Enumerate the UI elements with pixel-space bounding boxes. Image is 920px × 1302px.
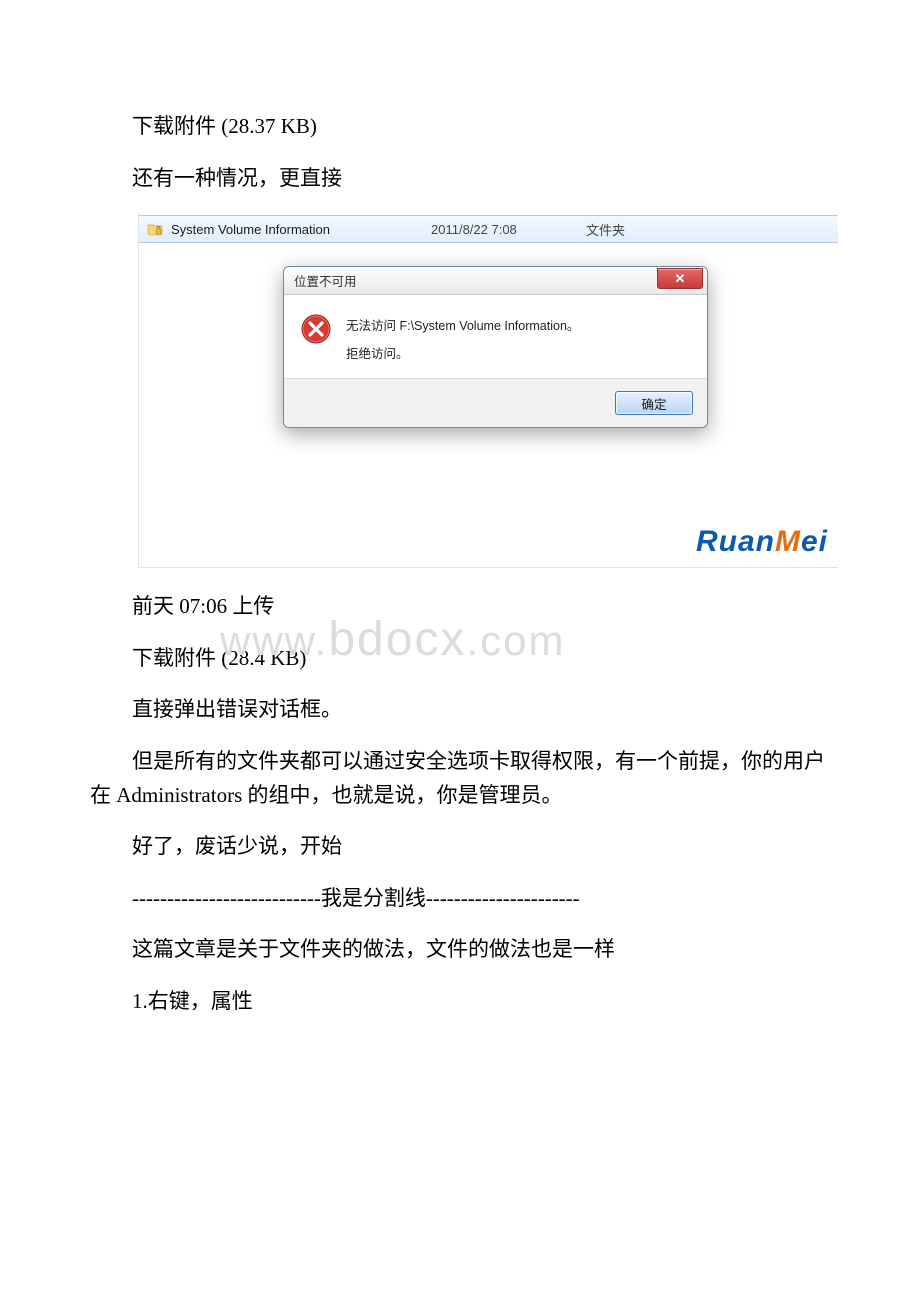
explorer-folder-row[interactable]: System Volume Information 2011/8/22 7:08… [139, 215, 838, 243]
paragraph: 还有一种情况，更直接 [90, 162, 830, 196]
dialog-titlebar: 位置不可用 ✕ [284, 267, 707, 295]
paragraph: ---------------------------我是分割线--------… [90, 882, 830, 916]
locked-folder-icon [145, 221, 165, 237]
error-icon [300, 313, 332, 368]
embedded-screenshot: System Volume Information 2011/8/22 7:08… [138, 213, 838, 568]
dialog-title-text: 位置不可用 [294, 271, 357, 290]
dialog-body: 无法访问 F:\System Volume Information。 拒绝访问。 [284, 295, 707, 379]
document-body: 下载附件 (28.37 KB) 还有一种情况，更直接 System Volume… [0, 0, 920, 1019]
paragraph: 下载附件 (28.37 KB) [90, 110, 830, 144]
paragraph: 直接弹出错误对话框。 [90, 693, 830, 727]
ruanmei-logo: RuanMei [696, 525, 828, 559]
close-button[interactable]: ✕ [657, 268, 703, 289]
ok-button[interactable]: 确定 [615, 391, 693, 415]
paragraph: 1.右键，属性 [90, 985, 830, 1019]
dialog-footer: 确定 [284, 379, 707, 427]
dialog-message-line: 无法访问 F:\System Volume Information。 [346, 313, 579, 341]
folder-name: System Volume Information [171, 222, 431, 237]
paragraph: 但是所有的文件夹都可以通过安全选项卡取得权限，有一个前提，你的用户在 Admin… [90, 745, 830, 812]
paragraph: 前天 07:06 上传 [90, 590, 830, 624]
dialog-message: 无法访问 F:\System Volume Information。 拒绝访问。 [346, 313, 579, 368]
folder-date: 2011/8/22 7:08 [431, 222, 586, 237]
dialog-message-line: 拒绝访问。 [346, 341, 579, 369]
paragraph: 下载附件 (28.4 KB) [90, 642, 830, 676]
paragraph: 好了，废话少说，开始 [90, 830, 830, 864]
folder-type: 文件夹 [586, 220, 625, 239]
close-icon: ✕ [675, 271, 686, 287]
ok-button-label: 确定 [641, 394, 666, 413]
paragraph: 这篇文章是关于文件夹的做法，文件的做法也是一样 [90, 933, 830, 967]
error-dialog: 位置不可用 ✕ 无法访问 F:\System Volume Informatio… [283, 266, 708, 428]
